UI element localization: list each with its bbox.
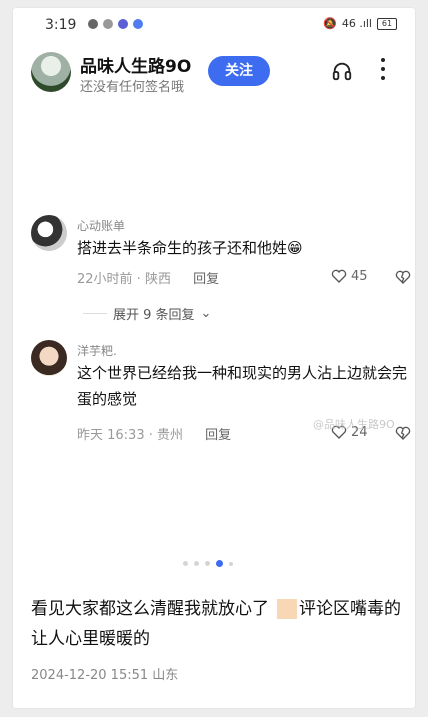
wechat-icon (88, 19, 98, 29)
emoji-icon (277, 599, 297, 619)
comment-username[interactable]: 心动账单 (77, 217, 125, 234)
comment-time-location: 昨天 16:33 · 贵州 (77, 428, 183, 443)
chevron-down-icon: ⌄ (200, 306, 212, 321)
app-notification-icon-2 (133, 19, 143, 29)
heart-icon (331, 269, 347, 283)
comment-username[interactable]: 洋芋粑. (77, 342, 117, 359)
more-options-icon[interactable] (378, 58, 388, 84)
post-date-location: 2024-12-20 15:51 山东 (31, 668, 179, 683)
comment-avatar[interactable] (31, 340, 67, 376)
page-dot[interactable] (205, 561, 210, 566)
profile-name[interactable]: 品味人生路9O (80, 52, 191, 77)
like-count: 45 (351, 268, 368, 284)
dislike-icon[interactable] (395, 425, 411, 441)
pagination-dots (183, 560, 233, 567)
battery-icon: 61 (377, 17, 397, 30)
comment-meta: 昨天 16:33 · 贵州 回复 (77, 424, 231, 443)
app-notification-icon (118, 19, 128, 29)
reply-button[interactable]: 回复 (193, 272, 219, 287)
wifi-icon (103, 19, 113, 29)
divider (83, 313, 107, 314)
comment-text: 搭进去半条命生的孩子还和他姓😁 (77, 239, 303, 257)
headphones-icon[interactable] (331, 60, 353, 82)
signal-text: 46 .ıll (341, 17, 372, 30)
expand-replies-button[interactable]: 展开 9 条回复 ⌄ (83, 304, 211, 323)
post-text-part1: 看见大家都这么清醒我就放心了 (31, 599, 269, 619)
comment-avatar[interactable] (31, 215, 67, 251)
profile-header: 品味人生路9O 还没有任何签名哦 关注 (13, 50, 415, 100)
page-dot[interactable] (229, 561, 233, 566)
post-text: 看见大家都这么清醒我就放心了 评论区嘴毒的让人心里暖暖的 (31, 594, 401, 654)
expand-replies-label: 展开 9 条回复 (113, 308, 195, 323)
dislike-icon[interactable] (395, 269, 411, 285)
page-dot-active[interactable] (216, 560, 223, 567)
status-right: 🔕 46 .ıll 61 (323, 17, 397, 30)
reply-button[interactable]: 回复 (205, 428, 231, 443)
comment-time-location: 22小时前 · 陕西 (77, 272, 171, 287)
status-bar: 3:19 🔕 46 .ıll 61 (13, 8, 415, 42)
page-dot[interactable] (183, 561, 188, 566)
page-dot[interactable] (194, 561, 199, 566)
follow-button[interactable]: 关注 (208, 56, 270, 86)
like-button[interactable]: 45 (331, 268, 368, 284)
comment-meta: 22小时前 · 陕西 回复 (77, 268, 219, 287)
avatar[interactable] (31, 52, 71, 92)
watermark: @品味人生路9O (313, 418, 395, 431)
status-time: 3:19 (45, 17, 77, 33)
post-card: 3:19 🔕 46 .ıll 61 品味人生路9O 还没有任何签名哦 关注 心动… (13, 8, 415, 708)
profile-signature: 还没有任何签名哦 (80, 80, 185, 95)
mute-icon: 🔕 (323, 17, 337, 30)
comment-text: 这个世界已经给我一种和现实的男人沾上边就会完蛋的感觉 (77, 364, 408, 408)
